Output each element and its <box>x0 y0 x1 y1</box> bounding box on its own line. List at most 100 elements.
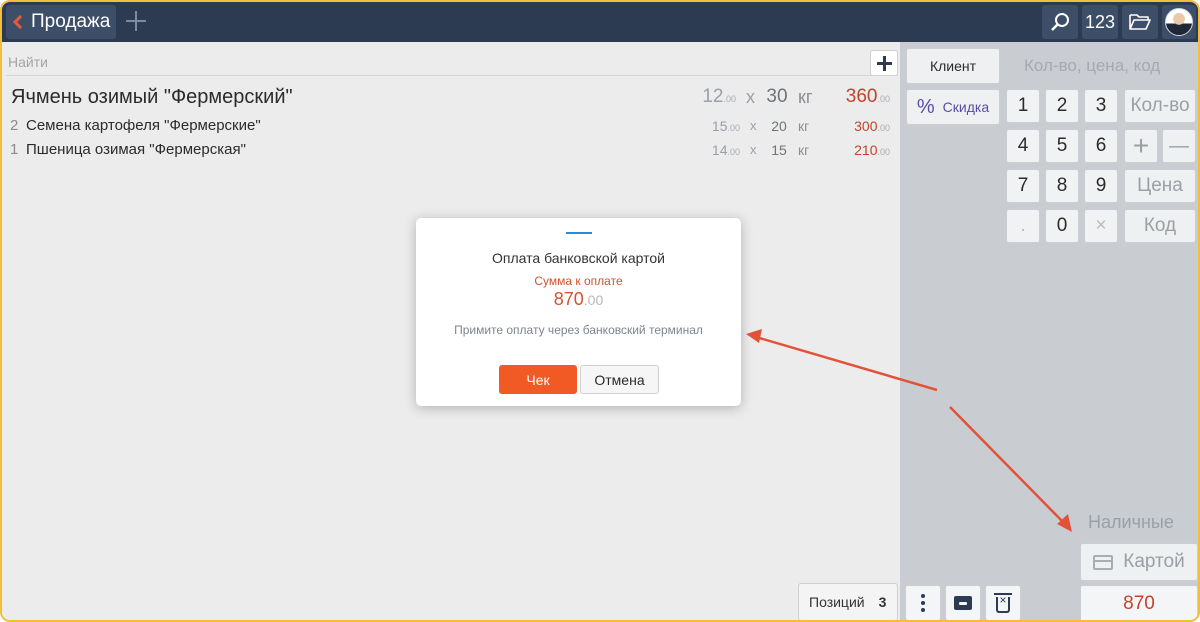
key-4[interactable]: 4 <box>1006 129 1040 163</box>
search-input[interactable] <box>8 50 858 74</box>
plus-button[interactable]: + <box>1124 129 1158 163</box>
order-row[interactable]: 1 Пшеница озимая "Фермерская" 14.00 x 15… <box>2 138 900 162</box>
tab-sale[interactable]: Продажа <box>6 5 116 39</box>
item-sum: 300.00 <box>854 118 890 134</box>
cash-button[interactable]: Наличные <box>1088 512 1174 533</box>
item-price-int: 14 <box>711 142 728 158</box>
item-qty: 30 <box>766 86 788 107</box>
clear-order-button[interactable] <box>985 585 1021 620</box>
card-label: Картой <box>1123 551 1185 572</box>
item-unit: кг <box>798 142 810 158</box>
key-5[interactable]: 5 <box>1045 129 1079 163</box>
minus-button[interactable]: — <box>1162 129 1196 163</box>
user-button[interactable] <box>1162 5 1196 39</box>
item-sum-dec: .00 <box>877 147 890 157</box>
folder-button[interactable] <box>1122 5 1158 39</box>
positions-button[interactable]: Позиций 3 <box>798 583 898 620</box>
more-vertical-icon <box>921 594 925 612</box>
order-row[interactable]: 2 Семена картофеля "Фермерские" 15.00 x … <box>2 114 900 138</box>
item-price-int: 15 <box>711 118 728 134</box>
cash-drawer-button[interactable] <box>945 585 981 620</box>
client-button[interactable]: Клиент <box>906 48 1000 84</box>
key-7[interactable]: 7 <box>1006 169 1040 203</box>
search-row <box>6 48 898 76</box>
code-label: Код <box>1143 215 1177 236</box>
minus-icon: — <box>1169 134 1189 157</box>
card-payment-dialog: Оплата банковской картой Сумма к оплате … <box>416 218 741 406</box>
key-8[interactable]: 8 <box>1045 169 1079 203</box>
dialog-accent <box>566 232 592 234</box>
percent-icon: % <box>916 95 935 118</box>
client-label: Клиент <box>929 58 977 74</box>
avatar <box>1165 8 1193 36</box>
price-label: Цена <box>1137 175 1183 196</box>
tab-title: Продажа <box>31 11 111 32</box>
key-9[interactable]: 9 <box>1084 169 1118 203</box>
receipt-button[interactable]: Чек <box>499 365 577 394</box>
total-value: 870 <box>1123 593 1155 614</box>
item-sum: 360.00 <box>846 86 890 108</box>
plus-icon[interactable] <box>124 9 148 33</box>
top-bar: Продажа 123 <box>2 2 1198 42</box>
counter-button[interactable]: 123 <box>1082 5 1118 39</box>
item-sum-int: 300 <box>854 118 878 134</box>
item-sum-dec: .00 <box>877 94 890 104</box>
quantity-label: Кол-во <box>1130 95 1190 116</box>
search-button[interactable] <box>1042 5 1078 39</box>
item-sum-int: 210 <box>854 142 878 158</box>
card-payment-button[interactable]: Картой <box>1080 543 1198 581</box>
item-index: 1 <box>10 141 19 158</box>
times-sign: x <box>746 87 755 107</box>
search-icon <box>1051 13 1069 31</box>
item-price: 14.00 <box>712 142 740 158</box>
item-name: Семена картофеля "Фермерские" <box>26 117 261 134</box>
item-sum-dec: .00 <box>877 123 890 133</box>
item-price-int: 12 <box>702 86 724 107</box>
key-0[interactable]: 0 <box>1045 209 1079 243</box>
more-button[interactable] <box>905 585 941 620</box>
order-row[interactable]: Ячмень озимый "Фермерский" 12.00 x 30 кг… <box>2 84 900 112</box>
code-button[interactable]: Код <box>1124 209 1196 243</box>
app-window: Продажа 123 Ячмень озимый "Фермерск <box>0 0 1200 622</box>
item-price-dec: .00 <box>727 123 740 133</box>
dialog-instruction: Примите оплату через банковский терминал <box>454 323 703 337</box>
amount-due-int: 870 <box>553 289 584 309</box>
positions-count: 3 <box>878 594 887 610</box>
amount-due-label: Сумма к оплате <box>534 274 623 288</box>
key-1[interactable]: 1 <box>1006 89 1040 123</box>
numpad-display[interactable]: Кол-во, цена, код <box>1024 56 1160 76</box>
item-unit: кг <box>798 118 810 134</box>
cancel-button[interactable]: Отмена <box>580 365 659 394</box>
item-price: 12.00 <box>702 86 736 108</box>
item-unit: кг <box>798 87 813 107</box>
item-qty: 20 <box>771 118 787 134</box>
quantity-button[interactable]: Кол-во <box>1124 89 1196 123</box>
price-button[interactable]: Цена <box>1124 169 1196 203</box>
plus-icon: + <box>1132 130 1150 161</box>
times-sign: x <box>750 142 757 157</box>
item-price: 15.00 <box>712 118 740 134</box>
item-sum-int: 360 <box>845 86 878 107</box>
back-chevron-icon[interactable] <box>12 14 28 30</box>
payment-panel: Клиент % Скидка Кол-во, цена, код 1 2 3 … <box>900 42 1198 620</box>
drawer-icon <box>954 596 972 610</box>
item-name: Пшеница озимая "Фермерская" <box>26 141 246 158</box>
key-clear[interactable]: × <box>1084 209 1118 243</box>
positions-label: Позиций <box>809 594 865 610</box>
key-dot[interactable]: . <box>1006 209 1040 243</box>
item-name: Ячмень озимый "Фермерский" <box>11 86 293 108</box>
counter-label: 123 <box>1084 11 1116 32</box>
item-sum: 210.00 <box>854 142 890 158</box>
key-2[interactable]: 2 <box>1045 89 1079 123</box>
amount-due-dec: .00 <box>583 292 604 308</box>
trash-icon <box>994 592 1012 613</box>
total-amount[interactable]: 870 <box>1080 585 1198 620</box>
item-qty: 15 <box>771 142 787 158</box>
credit-card-icon <box>1093 554 1114 570</box>
add-item-button[interactable] <box>870 50 898 76</box>
amount-due: 870.00 <box>416 289 741 310</box>
key-6[interactable]: 6 <box>1084 129 1118 163</box>
key-3[interactable]: 3 <box>1084 89 1118 123</box>
discount-button[interactable]: % Скидка <box>906 89 1000 125</box>
item-price-dec: .00 <box>727 147 740 157</box>
